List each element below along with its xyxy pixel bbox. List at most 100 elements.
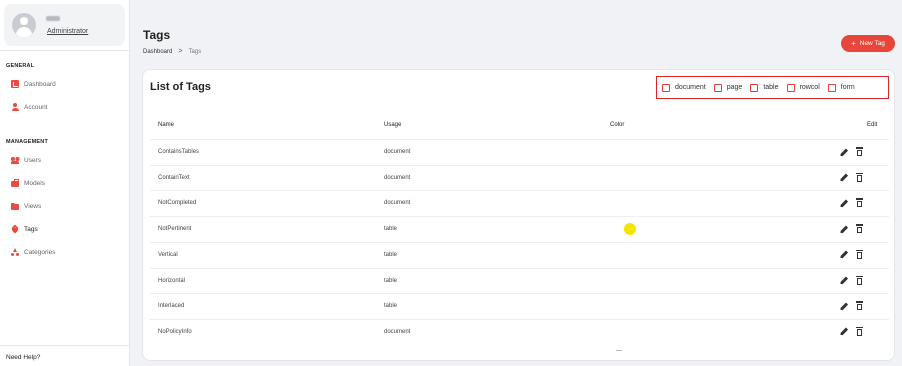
sidebar-item-models[interactable]: Models [11, 177, 45, 189]
delete-icon[interactable] [855, 147, 864, 157]
models-icon [11, 179, 19, 187]
tag-usage: table [384, 226, 398, 233]
sidebar-item-label: Views [24, 202, 42, 210]
breadcrumb-dashboard[interactable]: Dashboard [143, 49, 172, 55]
new-tag-button[interactable]: + New Tag [841, 35, 895, 52]
table-row: NotCompleted document [150, 190, 889, 216]
folder-icon [11, 202, 19, 210]
sidebar-item-label: Dashboard [24, 80, 56, 88]
divider [0, 345, 130, 346]
table-row: ContainText document [150, 164, 889, 191]
edit-icon[interactable] [839, 224, 848, 234]
edit-icon[interactable] [839, 173, 848, 183]
tag-name: ContainText [158, 174, 190, 181]
sidebar-item-views[interactable]: Views [11, 200, 41, 212]
tags-card: List of Tags document page table rowcol … [142, 69, 895, 361]
checkbox[interactable] [750, 83, 759, 92]
checkbox[interactable] [713, 83, 722, 92]
tag-name: NotPertinent [158, 226, 192, 233]
chevron-right-icon: > [178, 48, 183, 55]
tag-usage: document [384, 200, 411, 207]
section-general-label: GENERAL [6, 63, 35, 69]
delete-icon[interactable] [855, 224, 864, 234]
tag-usage: document [384, 174, 411, 181]
column-header-name: Name [158, 122, 175, 128]
table-row: NotPertinent table [150, 216, 889, 242]
table-row: Vertical table [150, 241, 889, 268]
edit-icon[interactable] [839, 198, 848, 208]
filter-label: rowcol [799, 84, 820, 91]
delete-icon[interactable] [855, 249, 864, 260]
categories-icon [11, 248, 19, 256]
edit-icon[interactable] [839, 250, 848, 260]
avatar[interactable] [12, 13, 36, 37]
tag-usage: table [384, 303, 398, 310]
sidebar-item-label: Categories [24, 248, 56, 256]
sidebar-item-label: Account [24, 103, 48, 111]
filter-form[interactable]: form [827, 83, 855, 92]
tag-icon [10, 224, 20, 234]
sidebar-item-label: Tags [24, 225, 38, 233]
table-row: Interlaced table [150, 293, 889, 319]
filter-label: document [675, 84, 706, 91]
checkbox[interactable] [827, 83, 836, 92]
delete-icon[interactable] [855, 172, 864, 183]
filter-document[interactable]: document [662, 83, 706, 92]
tag-color-swatch [624, 223, 636, 236]
user-card: Administrator [4, 4, 125, 46]
breadcrumb-current: Tags [188, 48, 202, 55]
tag-name: NoPolicyInfo [158, 328, 192, 335]
sidebar-item-label: Models [24, 179, 45, 187]
column-header-usage: Usage [384, 122, 402, 128]
sidebar-item-tags[interactable]: Tags [10, 223, 38, 235]
card-title: List of Tags [150, 81, 211, 93]
delete-icon[interactable] [855, 198, 864, 208]
checkbox[interactable] [786, 83, 795, 92]
user-name-blurred [46, 16, 60, 21]
sidebar: Administrator GENERAL Dashboard Account … [0, 0, 130, 366]
filter-page[interactable]: page [713, 83, 743, 92]
edit-icon[interactable] [839, 147, 848, 157]
filter-label: table [763, 84, 779, 91]
divider [0, 50, 130, 51]
section-management-label: MANAGEMENT [6, 139, 49, 145]
dashboard-icon [11, 80, 19, 88]
plus-icon: + [851, 38, 856, 48]
column-header-edit: Edit [867, 122, 878, 128]
sidebar-item-account[interactable]: Account [11, 101, 48, 113]
filter-rowcol[interactable]: rowcol [786, 83, 820, 92]
scroll-indicator[interactable] [616, 350, 622, 351]
filter-label: form [840, 84, 855, 91]
user-role-link[interactable]: Administrator [47, 28, 88, 35]
table-row: ContainsTables document [150, 139, 889, 165]
delete-icon[interactable] [855, 275, 864, 286]
column-header-color: Color [610, 122, 625, 128]
sidebar-item-users[interactable]: Users [11, 154, 41, 166]
need-help-link[interactable]: Need Help? [6, 354, 40, 361]
table-row: Horizontal table [150, 267, 889, 294]
sidebar-item-categories[interactable]: Categories [11, 246, 55, 258]
edit-icon[interactable] [839, 327, 848, 337]
filter-label: page [726, 84, 743, 91]
edit-icon[interactable] [839, 276, 848, 286]
tag-usage: document [384, 149, 411, 155]
tag-usage: document [384, 328, 411, 335]
tag-name: Interlaced [158, 303, 185, 310]
page-title: Tags [143, 28, 171, 42]
sidebar-item-dashboard[interactable]: Dashboard [11, 78, 56, 90]
table-row: NoPolicyInfo document [150, 318, 889, 345]
filter-table[interactable]: table [750, 83, 779, 92]
account-icon [11, 103, 19, 111]
tag-usage: table [384, 277, 398, 284]
delete-icon[interactable] [855, 326, 864, 337]
checkbox[interactable] [662, 83, 670, 92]
tag-name: Horizontal [158, 277, 186, 284]
breadcrumb: Dashboard > Tags [143, 48, 201, 55]
usage-filter-group: document page table rowcol form [656, 76, 889, 99]
edit-icon[interactable] [839, 301, 848, 311]
tag-name: ContainsTables [158, 149, 200, 155]
users-icon [11, 156, 19, 164]
delete-icon[interactable] [855, 301, 864, 311]
tag-name: Vertical [158, 251, 178, 258]
tag-name: NotCompleted [158, 200, 197, 207]
